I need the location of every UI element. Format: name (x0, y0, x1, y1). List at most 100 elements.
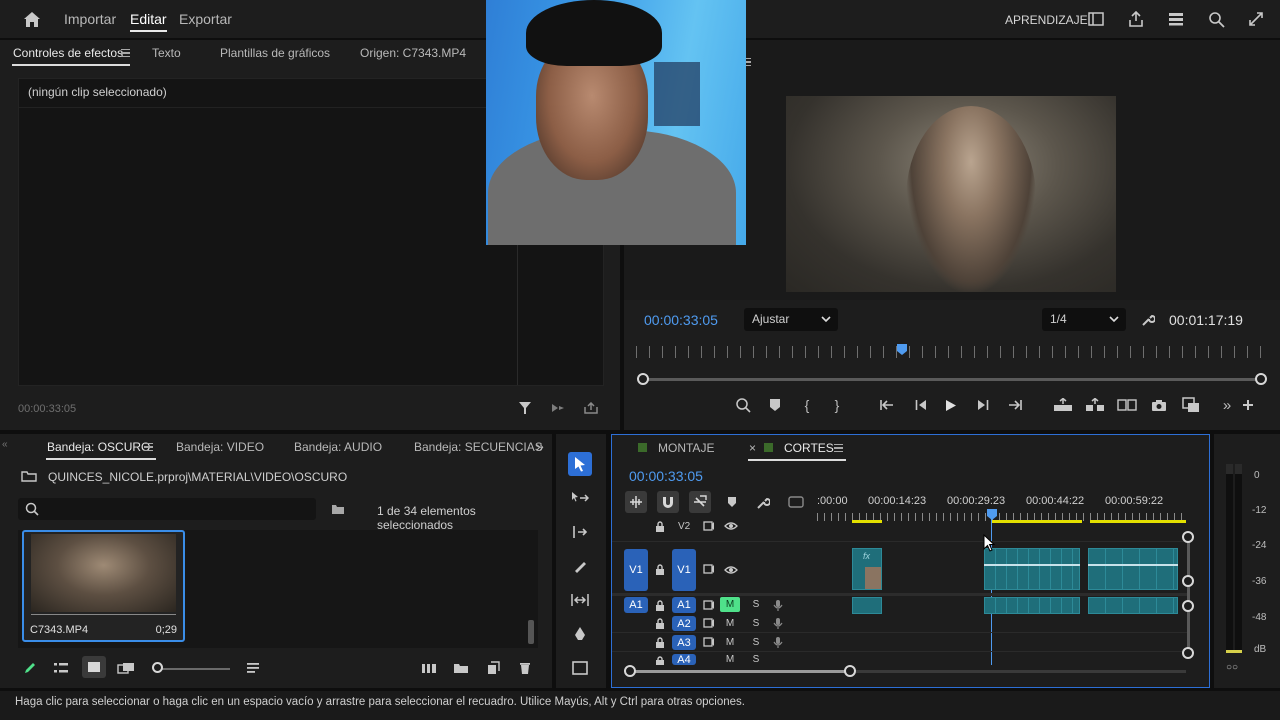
thumbnail-size-slider[interactable] (158, 668, 230, 670)
track-select-tool-icon[interactable] (570, 488, 590, 508)
timeline-playhead-icon[interactable] (986, 507, 998, 521)
sync-lock-icon[interactable] (702, 599, 716, 611)
play-icon[interactable] (942, 396, 960, 414)
nav-import[interactable]: Importar (64, 11, 116, 27)
search-help-icon[interactable] (1206, 9, 1226, 29)
video-clip[interactable] (984, 548, 1080, 590)
horizontal-scroll-handle-right[interactable] (844, 665, 856, 677)
sync-lock-icon[interactable] (702, 563, 716, 575)
mark-in-icon[interactable]: { (800, 396, 814, 414)
fit-dropdown[interactable]: Ajustar (744, 308, 838, 331)
captions-icon[interactable] (787, 495, 805, 509)
mark-out-icon[interactable]: } (830, 396, 844, 414)
monitor-playhead-icon[interactable] (896, 342, 908, 356)
pen-tool-icon[interactable] (570, 624, 590, 644)
add-marker-icon[interactable] (766, 396, 784, 414)
wrench-icon[interactable] (1140, 312, 1156, 328)
mute-button-a3[interactable]: M (720, 635, 740, 650)
search-input[interactable] (46, 500, 306, 518)
lock-icon[interactable] (654, 617, 666, 629)
timeline-timecode[interactable]: 00:00:33:05 (629, 468, 703, 484)
new-item-icon[interactable] (484, 660, 502, 676)
audio-clip[interactable] (1088, 597, 1178, 614)
zoom-handle-left[interactable] (637, 373, 649, 385)
tab-bin-sequences[interactable]: Bandeja: SECUENCIAS (414, 440, 543, 454)
pencil-icon[interactable] (22, 660, 38, 676)
more-tabs-icon[interactable]: » (536, 438, 544, 454)
close-tab-icon[interactable]: × (749, 441, 756, 455)
add-button-icon[interactable] (1240, 396, 1256, 414)
fullscreen-icon[interactable] (1246, 9, 1266, 29)
bin-scrollbar[interactable] (528, 620, 534, 644)
freeform-view-icon[interactable] (116, 660, 136, 676)
step-back-icon[interactable] (912, 396, 930, 414)
work-area-bar[interactable] (1090, 520, 1186, 523)
tab-effect-controls[interactable]: Controles de efectos (13, 46, 123, 60)
filter-icon[interactable] (517, 400, 533, 416)
camera-icon[interactable] (1150, 396, 1168, 414)
source-patch-a1[interactable]: A1 (624, 597, 648, 613)
mute-button-a2[interactable]: M (720, 616, 740, 631)
trash-icon[interactable] (516, 660, 534, 676)
lock-icon[interactable] (654, 599, 666, 611)
go-to-in-icon[interactable] (878, 396, 896, 414)
microphone-icon[interactable] (772, 616, 784, 630)
track-target-a2[interactable]: A2 (672, 616, 696, 631)
eye-icon[interactable] (724, 564, 738, 576)
sort-icon[interactable] (244, 660, 262, 676)
vertical-scroll-handle-bottom[interactable] (1182, 647, 1194, 659)
more-controls-icon[interactable]: » (1220, 396, 1234, 414)
track-target-a1[interactable]: A1 (672, 597, 696, 613)
slip-tool-icon[interactable] (570, 590, 590, 610)
slider-handle[interactable] (152, 662, 163, 673)
lock-icon[interactable] (654, 520, 666, 532)
ripple-edit-tool-icon[interactable] (570, 522, 590, 542)
go-to-out-icon[interactable] (1006, 396, 1024, 414)
tab-overflow-icon[interactable]: « (2, 439, 8, 450)
source-patch-v1[interactable]: V1 (624, 549, 648, 591)
solo-button-a1[interactable]: S (746, 597, 766, 612)
bin-menu-icon[interactable] (144, 443, 153, 451)
nav-export[interactable]: Exportar (179, 11, 232, 27)
microphone-icon[interactable] (772, 635, 784, 649)
timeline-scroll-thumb[interactable] (630, 670, 850, 673)
lift-icon[interactable] (1052, 396, 1074, 414)
tab-cortes[interactable]: CORTES (784, 441, 834, 455)
rectangle-tool-icon[interactable] (570, 658, 590, 678)
razor-tool-icon[interactable] (570, 556, 590, 576)
zoom-magnifier-icon[interactable] (734, 396, 752, 414)
vertical-scroll-handle-top[interactable] (1182, 531, 1194, 543)
audio-clip[interactable] (984, 597, 1080, 614)
video-clip[interactable] (1088, 548, 1178, 590)
mute-button-a4[interactable]: M (720, 654, 740, 665)
add-marker-icon[interactable] (725, 495, 739, 509)
tab-bin-audio[interactable]: Bandeja: AUDIO (294, 440, 382, 454)
nest-icon[interactable] (625, 491, 647, 513)
solo-button-a3[interactable]: S (746, 635, 766, 650)
nav-edit[interactable]: Editar (130, 11, 167, 32)
track-target-v1[interactable]: V1 (672, 549, 696, 591)
tab-montaje[interactable]: MONTAJE (658, 441, 714, 455)
compare-view-icon[interactable] (1116, 396, 1138, 414)
step-forward-icon[interactable] (974, 396, 992, 414)
lock-icon[interactable] (654, 636, 666, 648)
home-icon[interactable] (22, 9, 42, 29)
sync-lock-icon[interactable] (702, 617, 716, 629)
tab-source[interactable]: Origen: C7343.MP4 (360, 46, 466, 60)
work-area-bar[interactable] (852, 520, 882, 523)
horizontal-scroll-handle-left[interactable] (624, 665, 636, 677)
video-clip[interactable]: fx (852, 548, 882, 590)
linked-selection-icon[interactable] (689, 491, 711, 513)
vertical-scroll-handle-mid[interactable] (1182, 575, 1194, 587)
automate-sequence-icon[interactable] (420, 660, 438, 676)
tab-bin-video[interactable]: Bandeja: VIDEO (176, 440, 264, 454)
audio-clip[interactable] (852, 597, 882, 614)
monitor-zoom-bar[interactable] (642, 378, 1262, 381)
vertical-scroll-handle-a1[interactable] (1182, 600, 1194, 612)
tab-text[interactable]: Texto (152, 46, 181, 60)
track-target-a3[interactable]: A3 (672, 635, 696, 650)
new-bin-icon[interactable] (452, 660, 470, 676)
panel-layout-icon[interactable] (1087, 10, 1105, 28)
sync-lock-icon[interactable] (702, 636, 716, 648)
mute-button-a1[interactable]: M (720, 597, 740, 612)
